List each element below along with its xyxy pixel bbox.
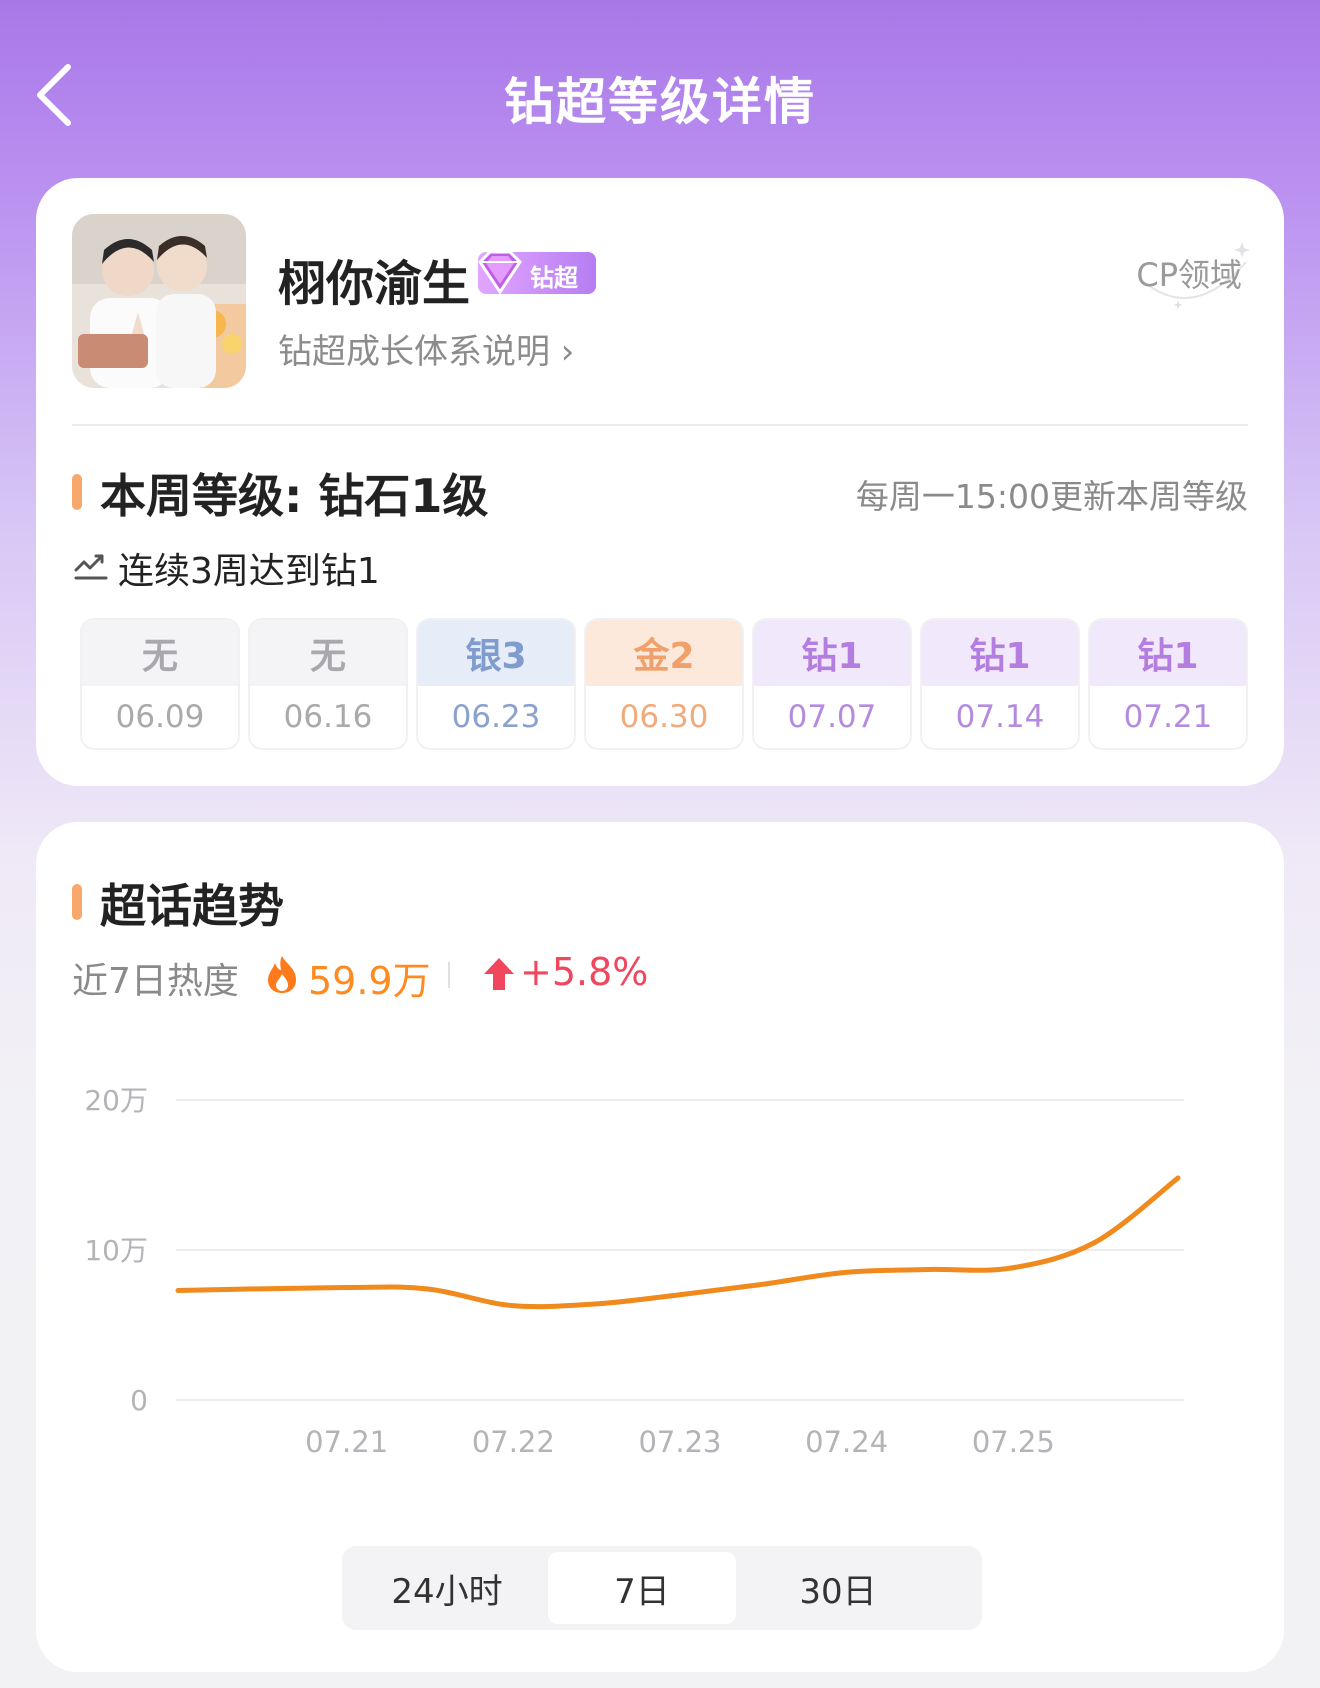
- page-title: 钻超等级详情: [504, 73, 816, 131]
- week-level-value: 钻1: [922, 620, 1078, 686]
- week-level-item: 金2 06.30: [586, 620, 742, 748]
- heat-trend-chart: 0 10万 20万 07.21 07.22 07.23 07.24 07.25: [84, 1084, 1184, 1459]
- week-date: 07.21: [1123, 699, 1213, 735]
- week-date: 07.07: [787, 699, 877, 735]
- week-date: 06.16: [283, 699, 373, 735]
- week-level-item: 无 06.16: [250, 620, 406, 748]
- week-date: 06.23: [451, 699, 541, 735]
- diamond-super-badge: 钻超: [478, 250, 596, 295]
- separator: [448, 962, 450, 988]
- trend-title: 超话趋势: [100, 879, 284, 933]
- heat-series-line: [175, 1175, 1181, 1310]
- topic-avatar[interactable]: [72, 214, 246, 388]
- topic-name: 栩你渝生: [278, 256, 471, 312]
- badge-label: 钻超: [530, 264, 578, 292]
- y-tick-label: 10万: [84, 1234, 148, 1267]
- week-date: 06.30: [619, 699, 709, 735]
- growth-system-link[interactable]: 钻超成长体系说明 ›: [278, 324, 574, 373]
- x-tick-label: 07.25: [972, 1425, 1055, 1459]
- heat-value: 59.9万: [308, 959, 431, 1003]
- divider: [72, 424, 1248, 426]
- x-tick-label: 07.24: [805, 1425, 888, 1459]
- week-level-item: 钻1 07.07: [754, 620, 910, 748]
- week-level-item: 银3 06.23: [418, 620, 574, 748]
- diamond-icon: [478, 250, 522, 295]
- week-level-item: 钻1 07.21: [1090, 620, 1246, 748]
- week-level-value: 钻1: [1090, 620, 1246, 686]
- y-tick-label: 20万: [84, 1084, 148, 1117]
- week-level-value: 金2: [586, 620, 742, 686]
- week-level-value: 银3: [418, 620, 574, 686]
- domain-label: CP领域: [1136, 256, 1242, 294]
- week-level-item: 钻1 07.14: [922, 620, 1078, 748]
- range-tab[interactable]: 7日: [548, 1552, 736, 1624]
- weekly-level-history: 无 06.09 无 06.16 银3 06.23 金2 06.30 钻1 07.07 钻1 07.14…: [82, 620, 1246, 748]
- trend-card: 超话趋势 近7日热度 59.9万 +5.8% 0 10万 20万 07.21 07.22…: [36, 822, 1284, 1672]
- section-accent-bar: [72, 884, 82, 920]
- week-level-item: 无 06.09: [82, 620, 238, 748]
- this-week-level: 本周等级: 钻石1级: [100, 469, 489, 523]
- week-level-value: 无: [82, 620, 238, 686]
- week-date: 07.14: [955, 699, 1045, 735]
- range-selector: 24小时 7日 30日: [342, 1546, 982, 1630]
- streak-text: 连续3周达到钻1: [118, 551, 380, 592]
- range-tab[interactable]: 30日: [738, 1552, 938, 1624]
- section-accent-bar: [72, 474, 82, 510]
- growth-value: +5.8%: [520, 950, 649, 994]
- week-level-value: 无: [250, 620, 406, 686]
- x-tick-label: 07.22: [472, 1425, 555, 1459]
- x-tick-label: 07.23: [638, 1425, 721, 1459]
- trend-up-icon: [74, 554, 108, 580]
- fire-icon: [268, 956, 296, 993]
- heat-label: 近7日热度: [72, 961, 239, 1002]
- level-card: 栩你渝生 钻超 钻超成长体系说明 › CP领域 本周等级: 钻石1级 每周一15…: [36, 178, 1284, 786]
- y-tick-label: 0: [130, 1384, 148, 1417]
- x-tick-label: 07.21: [305, 1425, 388, 1459]
- week-date: 06.09: [115, 699, 205, 735]
- arrow-up-icon: [484, 958, 514, 990]
- week-level-value: 钻1: [754, 620, 910, 686]
- header-bar: 钻超等级详情: [0, 0, 1320, 180]
- range-tab[interactable]: 24小时: [348, 1552, 546, 1624]
- update-note: 每周一15:00更新本周等级: [855, 477, 1248, 516]
